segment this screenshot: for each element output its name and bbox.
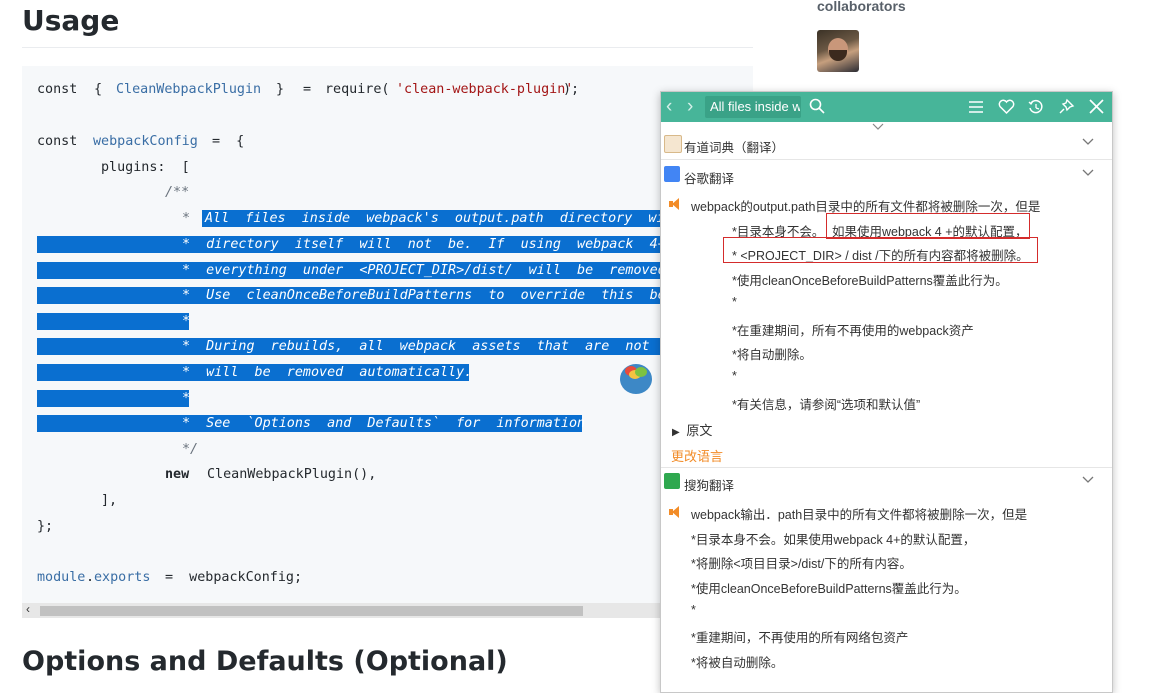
section-sogou[interactable]: 搜狗翻译	[661, 469, 1112, 497]
code-line: const webpackConfig = {	[37, 134, 245, 149]
code-line-selected[interactable]: * All files inside webpack's output.path…	[22, 208, 753, 230]
collaborator-avatar[interactable]	[817, 30, 859, 72]
chevron-down-icon[interactable]	[1082, 476, 1094, 484]
chevron-down-icon[interactable]	[1082, 169, 1094, 177]
scroll-left-arrow-icon[interactable]: ‹	[26, 602, 30, 616]
close-icon[interactable]	[1089, 99, 1104, 114]
fruit-bowl-icon[interactable]	[620, 364, 652, 394]
highlight-box	[826, 213, 1030, 239]
original-text-toggle[interactable]: ▶ 原文	[672, 420, 712, 439]
code-line: module . exports = webpackConfig;	[37, 570, 303, 585]
pin-icon[interactable]	[1058, 98, 1075, 115]
popup-toolbar: ‹ › All files inside w	[661, 92, 1112, 122]
code-line-selected[interactable]: *	[22, 311, 753, 333]
code-line: };	[37, 519, 54, 534]
popup-search-input[interactable]: All files inside w	[705, 96, 801, 118]
speaker-icon[interactable]	[669, 506, 683, 518]
code-line: plugins: [	[101, 160, 190, 175]
back-arrow-icon[interactable]: ‹	[666, 96, 672, 118]
heart-icon[interactable]	[998, 99, 1015, 115]
code-line-selected[interactable]: * See `Options and Defaults` for informa…	[22, 413, 753, 435]
code-line: new CleanWebpackPlugin(),	[165, 467, 377, 482]
chevron-down-icon[interactable]	[1082, 138, 1094, 146]
collapse-chevron-icon[interactable]	[872, 123, 884, 130]
code-line: /**	[165, 185, 190, 200]
code-block: const { CleanWebpackPlugin } = require( …	[22, 66, 753, 618]
code-line-selected[interactable]: * everything under <PROJECT_DIR>/dist/ w…	[22, 260, 753, 282]
collaborators-label: collaborators	[817, 0, 906, 14]
change-language-link[interactable]: 更改语言	[671, 446, 723, 465]
code-line: */	[182, 442, 199, 457]
highlight-box	[723, 237, 1038, 263]
page-title: Usage	[22, 4, 120, 37]
search-icon[interactable]	[809, 98, 825, 114]
sogou-icon	[664, 473, 680, 489]
code-line-selected[interactable]: * During rebuilds, all webpack assets th…	[22, 336, 753, 358]
caret-right-icon: ▶	[672, 427, 680, 438]
title-divider	[22, 47, 753, 48]
forward-arrow-icon[interactable]: ›	[687, 96, 693, 118]
section-youdao[interactable]: 有道词典（翻译）	[661, 131, 1112, 159]
code-line-selected[interactable]: * Use cleanOnceBeforeBuildPatterns to ov…	[22, 285, 753, 307]
scrollbar-thumb[interactable]	[40, 606, 583, 616]
history-icon[interactable]	[1028, 99, 1044, 115]
google-translate-icon	[664, 166, 680, 182]
menu-icon[interactable]	[968, 99, 984, 115]
code-line-selected[interactable]: * directory itself will not be. If using…	[22, 234, 753, 256]
speaker-icon[interactable]	[669, 198, 683, 210]
code-line: ],	[101, 493, 118, 508]
dictionary-popup: ‹ › All files inside w 有道词典（翻译） 谷歌翻译 web…	[660, 91, 1113, 693]
section-title: Options and Defaults (Optional)	[22, 646, 508, 677]
section-google[interactable]: 谷歌翻译	[661, 162, 1112, 190]
youdao-icon	[664, 135, 682, 153]
code-line: const { CleanWebpackPlugin } = require( …	[37, 82, 580, 97]
